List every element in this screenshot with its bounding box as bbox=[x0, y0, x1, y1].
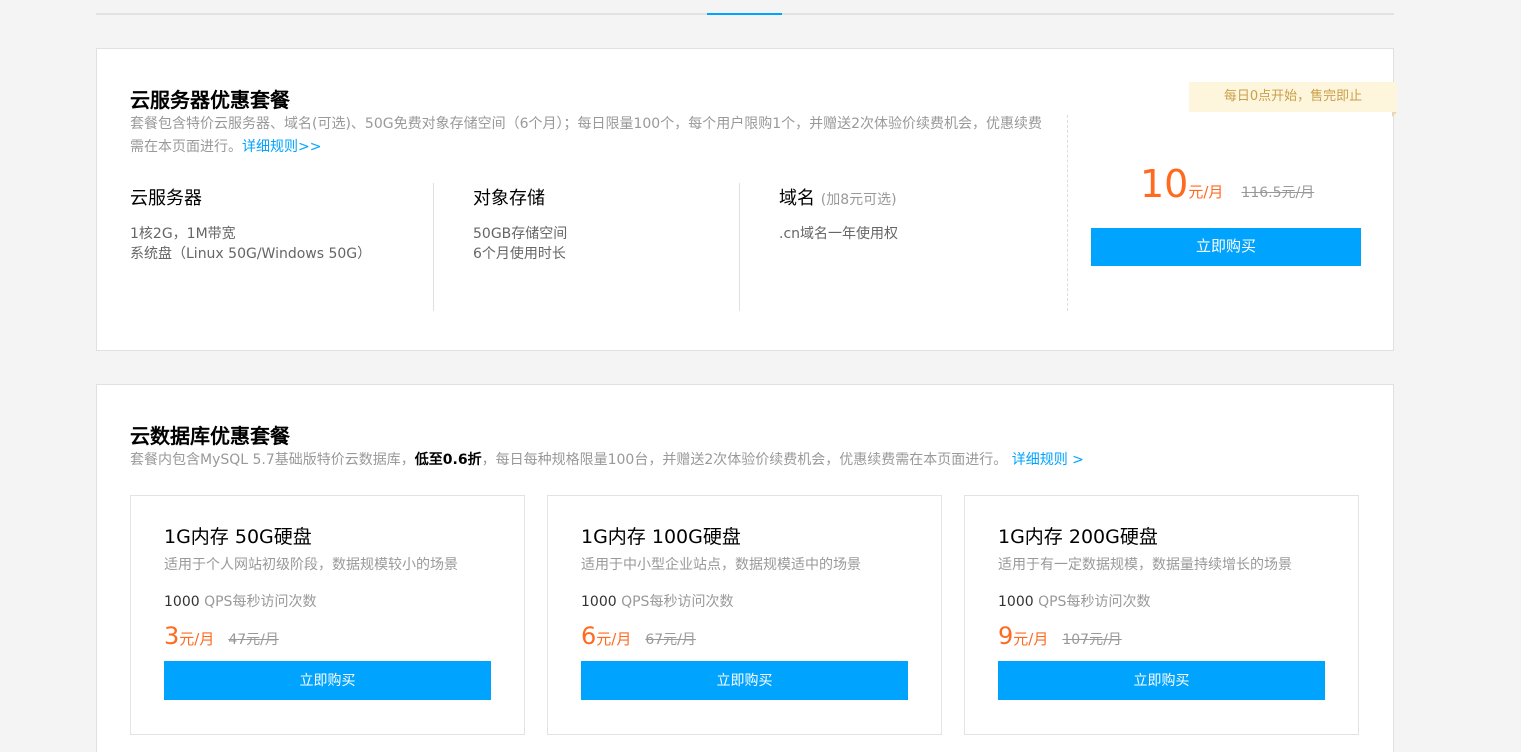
domain-spec-line: .cn域名一年使用权 bbox=[779, 226, 899, 242]
plan-price-value: 6 bbox=[581, 622, 597, 650]
domain-spec-note: (加8元可选) bbox=[820, 192, 897, 208]
server-price: 10元/月 116.5元/月 bbox=[1140, 162, 1314, 206]
db-plan-card-200g: 1G内存 200G硬盘 适用于有一定数据规模，数据量持续增长的场景 1000 Q… bbox=[964, 495, 1359, 735]
storage-spec-line: 50GB存储空间 bbox=[473, 226, 568, 242]
domain-spec-title: 域名 (加8元可选) bbox=[779, 188, 897, 209]
plan-description: 适用于中小型企业站点，数据规模适中的场景 bbox=[581, 557, 861, 573]
server-package-panel: 云服务器优惠套餐 套餐包含特价云服务器、域名(可选)、50G免费对象存储空间（6… bbox=[96, 48, 1397, 351]
plan-price: 9元/月 107元/月 bbox=[998, 622, 1122, 650]
plan-price-value: 9 bbox=[998, 622, 1014, 650]
plan-title: 1G内存 200G硬盘 bbox=[998, 526, 1158, 548]
plan-qps: 1000 QPS每秒访问次数 bbox=[164, 594, 317, 610]
server-package-title: 云服务器优惠套餐 bbox=[130, 88, 290, 112]
plan-description: 适用于有一定数据规模，数据量持续增长的场景 bbox=[998, 557, 1292, 573]
database-package-panel: 云数据库优惠套餐 套餐内包含MySQL 5.7基础版特价云数据库，低至0.6折，… bbox=[96, 384, 1394, 752]
database-rules-link[interactable]: 详细规则 > bbox=[1012, 452, 1084, 468]
plan-price-value: 3 bbox=[164, 622, 180, 650]
tab-underline-bar bbox=[96, 13, 1394, 15]
plan-price: 3元/月 47元/月 bbox=[164, 622, 279, 650]
server-package-description: 套餐包含特价云服务器、域名(可选)、50G免费对象存储空间（6个月）；每日限量1… bbox=[130, 113, 1050, 159]
plan-description: 适用于个人网站初级阶段，数据规模较小的场景 bbox=[164, 557, 458, 573]
server-rules-link[interactable]: 详细规则>> bbox=[242, 139, 321, 155]
plan-buy-button[interactable]: 立即购买 bbox=[164, 661, 491, 700]
db-plan-card-50g: 1G内存 50G硬盘 适用于个人网站初级阶段，数据规模较小的场景 1000 QP… bbox=[130, 495, 525, 735]
server-price-unit: 元/月 bbox=[1188, 183, 1224, 201]
daily-limit-badge: 每日0点开始，售完即止 bbox=[1189, 82, 1397, 117]
plan-title: 1G内存 100G硬盘 bbox=[581, 526, 741, 548]
database-package-description: 套餐内包含MySQL 5.7基础版特价云数据库，低至0.6折，每日每种规格限量1… bbox=[130, 449, 1084, 472]
database-package-title: 云数据库优惠套餐 bbox=[130, 424, 290, 448]
domain-spec-column: 域名 (加8元可选) .cn域名一年使用权 bbox=[779, 184, 898, 312]
plan-original-price: 107元/月 bbox=[1062, 632, 1122, 648]
discount-highlight: 低至0.6折 bbox=[414, 452, 482, 468]
plan-original-price: 67元/月 bbox=[645, 632, 696, 648]
storage-spec-column: 对象存储 50GB存储空间 6个月使用时长 bbox=[473, 184, 567, 312]
plan-buy-button[interactable]: 立即购买 bbox=[581, 661, 908, 700]
server-buy-button[interactable]: 立即购买 bbox=[1091, 228, 1361, 266]
db-plan-card-100g: 1G内存 100G硬盘 适用于中小型企业站点，数据规模适中的场景 1000 QP… bbox=[547, 495, 942, 735]
plan-price-unit: 元/月 bbox=[596, 630, 632, 648]
storage-spec-line: 6个月使用时长 bbox=[473, 246, 566, 262]
server-spec-column: 云服务器 1核2G，1M带宽 系统盘（Linux 50G/Windows 50G… bbox=[130, 184, 371, 312]
server-spec-line: 1核2G，1M带宽 bbox=[130, 226, 236, 242]
price-section-divider bbox=[1067, 115, 1068, 311]
plan-price: 6元/月 67元/月 bbox=[581, 622, 696, 650]
column-divider bbox=[433, 183, 434, 311]
active-tab-indicator bbox=[707, 13, 782, 15]
server-spec-line: 系统盘（Linux 50G/Windows 50G） bbox=[130, 246, 372, 262]
plan-price-unit: 元/月 bbox=[179, 630, 215, 648]
server-original-price: 116.5元/月 bbox=[1241, 185, 1315, 201]
plan-title: 1G内存 50G硬盘 bbox=[164, 526, 312, 548]
database-desc-text: ，每日每种规格限量100台，并赠送2次体验价续费机会，优惠续费需在本页面进行。 bbox=[481, 452, 1008, 468]
plan-buy-button[interactable]: 立即购买 bbox=[998, 661, 1325, 700]
plan-original-price: 47元/月 bbox=[228, 632, 279, 648]
server-spec-title: 云服务器 bbox=[130, 188, 202, 209]
plan-qps: 1000 QPS每秒访问次数 bbox=[581, 594, 734, 610]
server-price-value: 10 bbox=[1140, 162, 1189, 206]
plan-qps: 1000 QPS每秒访问次数 bbox=[998, 594, 1151, 610]
column-divider bbox=[739, 183, 740, 311]
storage-spec-title: 对象存储 bbox=[473, 188, 545, 209]
plan-price-unit: 元/月 bbox=[1013, 630, 1049, 648]
database-desc-text: 套餐内包含MySQL 5.7基础版特价云数据库， bbox=[130, 452, 415, 468]
